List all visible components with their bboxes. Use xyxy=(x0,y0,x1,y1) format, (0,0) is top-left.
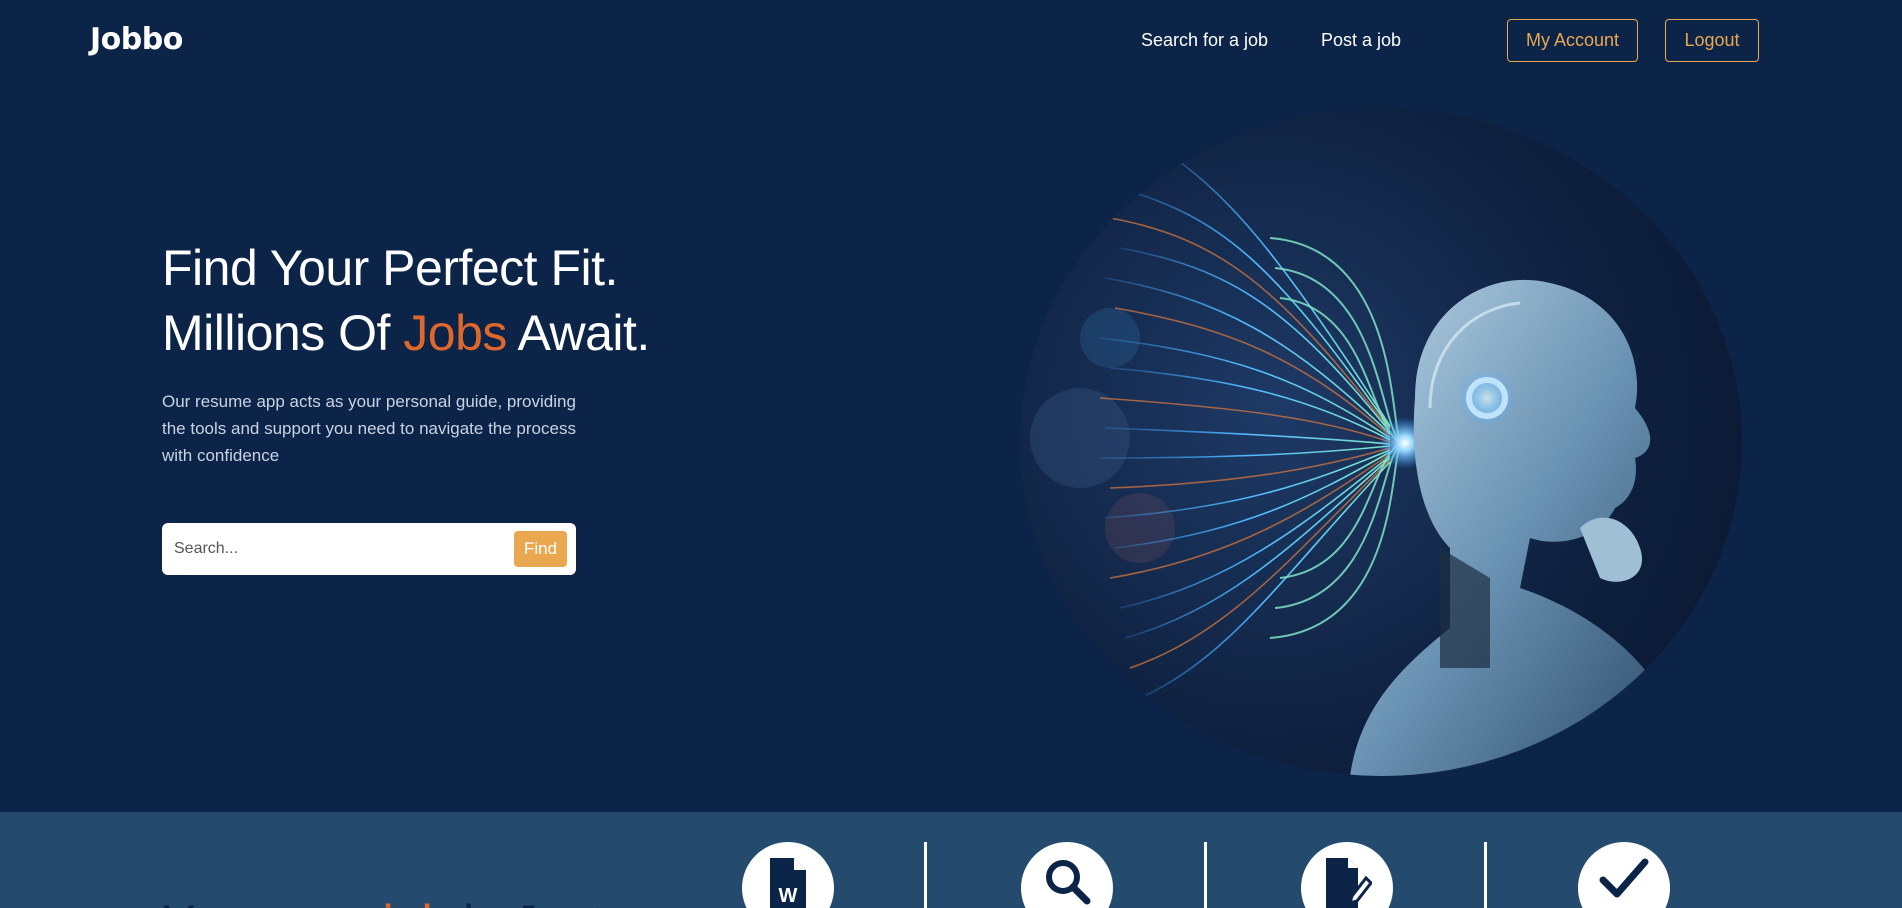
feature-divider xyxy=(1204,842,1207,908)
hero-title-line2-post: Await. xyxy=(506,305,651,361)
hero-title-line1: Find Your Perfect Fit. xyxy=(162,240,618,296)
nav-post-a-job[interactable]: Post a job xyxy=(1321,30,1401,51)
robot-illustration-svg xyxy=(1030,147,1680,776)
checkmark-icon xyxy=(1599,858,1649,898)
feature-apply[interactable] xyxy=(1301,842,1393,908)
hero-description: Our resume app acts as your personal gui… xyxy=(162,392,576,465)
features-heading-pre: Your new xyxy=(162,895,383,908)
my-account-button[interactable]: My Account xyxy=(1507,19,1638,62)
robot-illustration xyxy=(1020,108,1742,776)
jobbo-logo[interactable]: Jobbo xyxy=(90,22,183,57)
svg-text:W: W xyxy=(779,885,798,907)
feature-divider xyxy=(924,842,927,908)
features-heading-accent: job xyxy=(383,895,450,908)
features-heading-post: is Just xyxy=(449,895,605,908)
features-heading: Your new job is Just xyxy=(162,894,605,908)
feature-resume[interactable]: W xyxy=(742,842,834,908)
site-header: Jobbo Search for a job Post a job My Acc… xyxy=(0,0,1902,82)
find-button[interactable]: Find xyxy=(514,531,567,567)
neural-fibers xyxy=(1099,147,1391,699)
search-icon xyxy=(1046,860,1091,905)
feature-divider xyxy=(1484,842,1487,908)
feature-hired[interactable] xyxy=(1578,842,1670,908)
hero-title: Find Your Perfect Fit. Millions Of Jobs … xyxy=(162,236,650,366)
word-document-icon: W xyxy=(770,858,806,908)
edit-document-icon xyxy=(1326,858,1372,908)
hero-title-line2-pre: Millions Of xyxy=(162,305,404,361)
logout-button[interactable]: Logout xyxy=(1665,19,1759,62)
nav-search-for-a-job[interactable]: Search for a job xyxy=(1141,30,1268,51)
search-bar: Find xyxy=(162,523,576,575)
hero-title-accent: Jobs xyxy=(403,305,507,361)
feature-search[interactable] xyxy=(1021,842,1113,908)
search-input[interactable] xyxy=(174,533,494,565)
robot-figure xyxy=(1350,279,1680,776)
features-section: Your new job is Just W xyxy=(0,812,1902,908)
